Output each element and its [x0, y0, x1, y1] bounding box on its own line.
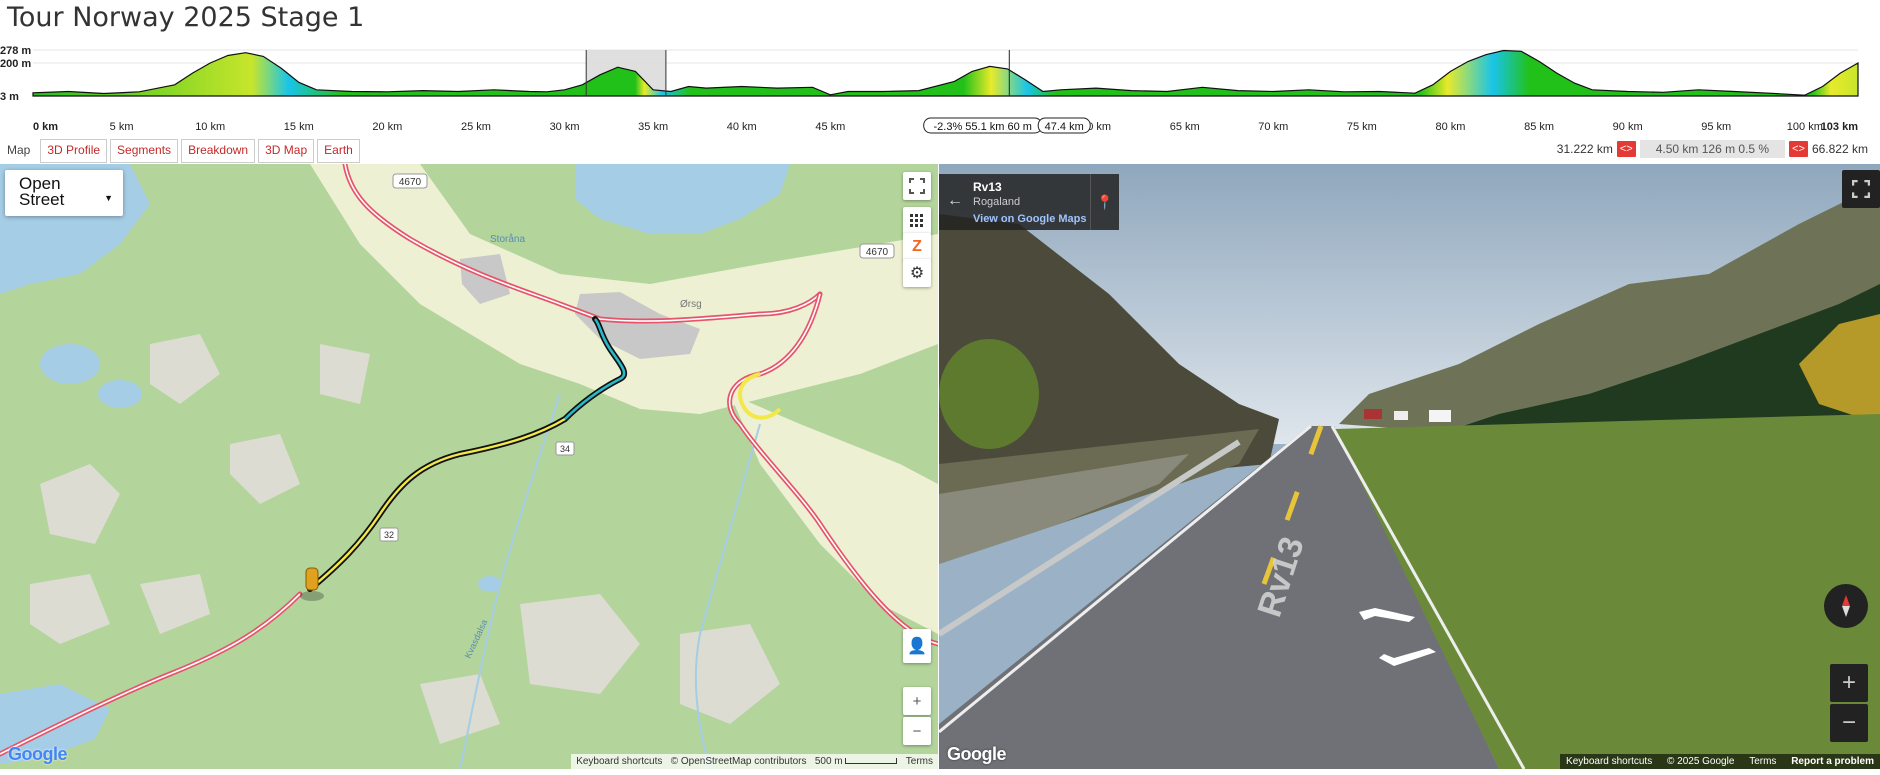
- tab-map[interactable]: Map: [0, 139, 38, 163]
- grid-icon: [910, 214, 923, 227]
- x-tick-label: 30 km: [550, 121, 580, 133]
- x-tick-label: 95 km: [1701, 121, 1731, 133]
- tab-3d-profile[interactable]: 3D Profile: [40, 139, 108, 163]
- sv-zoom-in-button[interactable]: +: [1830, 664, 1868, 702]
- map-attribution: Keyboard shortcuts © OpenStreetMap contr…: [571, 754, 938, 769]
- tab-earth[interactable]: Earth: [317, 139, 360, 163]
- x-tick-label: 15 km: [284, 121, 314, 133]
- street-view-panel[interactable]: Rv13 ← Rv13 Rogaland View on Google Maps…: [939, 164, 1880, 769]
- valley-southeast: [730, 394, 938, 634]
- keyboard-shortcuts-link[interactable]: Keyboard shortcuts: [576, 756, 662, 767]
- sv-copyright: © 2025 Google: [1666, 756, 1735, 767]
- x-tick-label: 85 km: [1524, 121, 1554, 133]
- selection-start-stepper[interactable]: <>: [1616, 141, 1636, 157]
- map-position-marker[interactable]: [300, 567, 324, 601]
- terms-link[interactable]: Terms: [906, 756, 933, 767]
- selection-start: 31.222 km: [1556, 142, 1613, 156]
- sv-keyboard-shortcuts-link[interactable]: Keyboard shortcuts: [1560, 756, 1658, 767]
- scale-bar: [845, 758, 898, 765]
- elevation-area: [32, 49, 1859, 97]
- y-tick-label: 3 m: [0, 91, 19, 103]
- compass-icon: [1842, 595, 1850, 617]
- x-tick-label: 5 km: [110, 121, 134, 133]
- x-tick-label: 20 km: [372, 121, 402, 133]
- x-tick-label: 10 km: [195, 121, 225, 133]
- x-tick-label: 100 km: [1787, 121, 1823, 133]
- road-name: Rv13: [973, 180, 1002, 194]
- scale-label: 500 m: [814, 756, 843, 767]
- y-tick-label: 200 m: [0, 58, 31, 70]
- settings-button[interactable]: ⚙: [903, 259, 931, 287]
- osm-attribution[interactable]: © OpenStreetMap contributors: [671, 756, 807, 767]
- elevation-profile-chart[interactable]: 278 m200 m 3 m 0 km 5 km 10 km 15 km 20 km 25 …: [0, 42, 1880, 138]
- x-tick-label: 65 km: [1170, 121, 1200, 133]
- selection-end: 66.822 km: [1811, 142, 1868, 156]
- selection-end-stepper[interactable]: <>: [1789, 141, 1808, 157]
- compass-button[interactable]: [1824, 584, 1868, 628]
- google-logo: Google: [8, 744, 68, 764]
- lake-small-2: [98, 380, 142, 408]
- tab-breakdown[interactable]: Breakdown: [181, 139, 256, 163]
- street-view-image[interactable]: Rv13: [939, 164, 1880, 769]
- sv-fullscreen-button[interactable]: [1842, 170, 1880, 208]
- chevron-down-icon: ▼: [104, 193, 113, 203]
- zoom-out-button[interactable]: −: [903, 717, 931, 745]
- map-canvas[interactable]: 4670 4670 34 32 Storåna Ørsg Kvasdalsa: [0, 164, 938, 769]
- strava-button[interactable]: Z: [903, 233, 931, 261]
- lake-label: Storåna: [490, 233, 525, 245]
- profile-marker-label: 47.4 km: [1045, 121, 1084, 133]
- x-tick-label: 70 km: [1258, 121, 1288, 133]
- tab-segments[interactable]: Segments: [110, 139, 179, 163]
- x-tick-label: 35 km: [638, 121, 668, 133]
- tree-left: [939, 339, 1039, 449]
- view-on-google-maps-link[interactable]: View on Google Maps: [973, 213, 1086, 225]
- lake-north: [575, 164, 790, 234]
- x-tick-label: 45 km: [815, 121, 845, 133]
- google-logo: Google: [947, 744, 1007, 764]
- selection-info: 31.222 km <> 4.50 km 126 m 0.5 % <> 66.8…: [1557, 140, 1868, 158]
- location-pin-icon[interactable]: 📍: [1090, 174, 1119, 230]
- lake-small-1: [40, 344, 100, 384]
- x-tick-label: 25 km: [461, 121, 491, 133]
- layers-button[interactable]: [903, 207, 931, 235]
- sv-report-problem-link[interactable]: Report a problem: [1785, 756, 1880, 767]
- zoom-in-button[interactable]: +: [903, 687, 931, 715]
- fullscreen-button[interactable]: [903, 172, 931, 200]
- x-tick-label: 0 km: [33, 121, 58, 133]
- arrow-left-icon[interactable]: ←: [947, 192, 963, 210]
- sv-attribution: Keyboard shortcuts © 2025 Google Terms R…: [1560, 754, 1880, 769]
- street-view-info-card: ← Rv13 Rogaland View on Google Maps 📍: [939, 174, 1119, 230]
- road-label-4670b: 4670: [866, 247, 889, 258]
- pegman-button[interactable]: 👤: [903, 629, 931, 663]
- fullscreen-icon: [1852, 180, 1870, 198]
- road-label-32: 32: [384, 530, 394, 540]
- road-label-34: 34: [560, 444, 570, 454]
- x-tick-label: 90 km: [1613, 121, 1643, 133]
- basemap-select[interactable]: Open Street ▼: [5, 170, 123, 216]
- gear-icon: ⚙: [909, 265, 925, 282]
- tab-3d-map[interactable]: 3D Map: [258, 139, 315, 163]
- x-tick-label: 40 km: [727, 121, 757, 133]
- town-label: Ørsg: [680, 299, 702, 310]
- pegman-icon: 👤: [907, 638, 927, 655]
- road-label-4670a: 4670: [399, 177, 422, 188]
- basemap-select-value: Open Street: [19, 174, 65, 209]
- y-tick-label: 278 m: [0, 45, 31, 57]
- sv-zoom-out-button[interactable]: −: [1830, 704, 1868, 742]
- page-title: Tour Norway 2025 Stage 1: [7, 2, 365, 33]
- selection-summary: 4.50 km 126 m 0.5 %: [1639, 140, 1786, 158]
- sv-terms-link[interactable]: Terms: [1743, 756, 1782, 767]
- profile-cursor-label: -2.3% 55.1 km 60 m: [933, 121, 1031, 133]
- route-map[interactable]: 4670 4670 34 32 Storåna Ørsg Kvasdalsa O…: [0, 164, 938, 769]
- region-name: Rogaland: [973, 196, 1021, 208]
- route-line-inner: [309, 417, 566, 590]
- x-tick-label: 75 km: [1347, 121, 1377, 133]
- strava-icon: Z: [912, 238, 922, 255]
- river-label: Kvasdalsa: [463, 618, 490, 660]
- x-tick-label: 103 km: [1821, 121, 1859, 133]
- view-tabs: Map 3D Profile Segments Breakdown 3D Map…: [0, 139, 363, 163]
- fullscreen-icon: [909, 178, 925, 194]
- x-tick-label: 80 km: [1435, 121, 1465, 133]
